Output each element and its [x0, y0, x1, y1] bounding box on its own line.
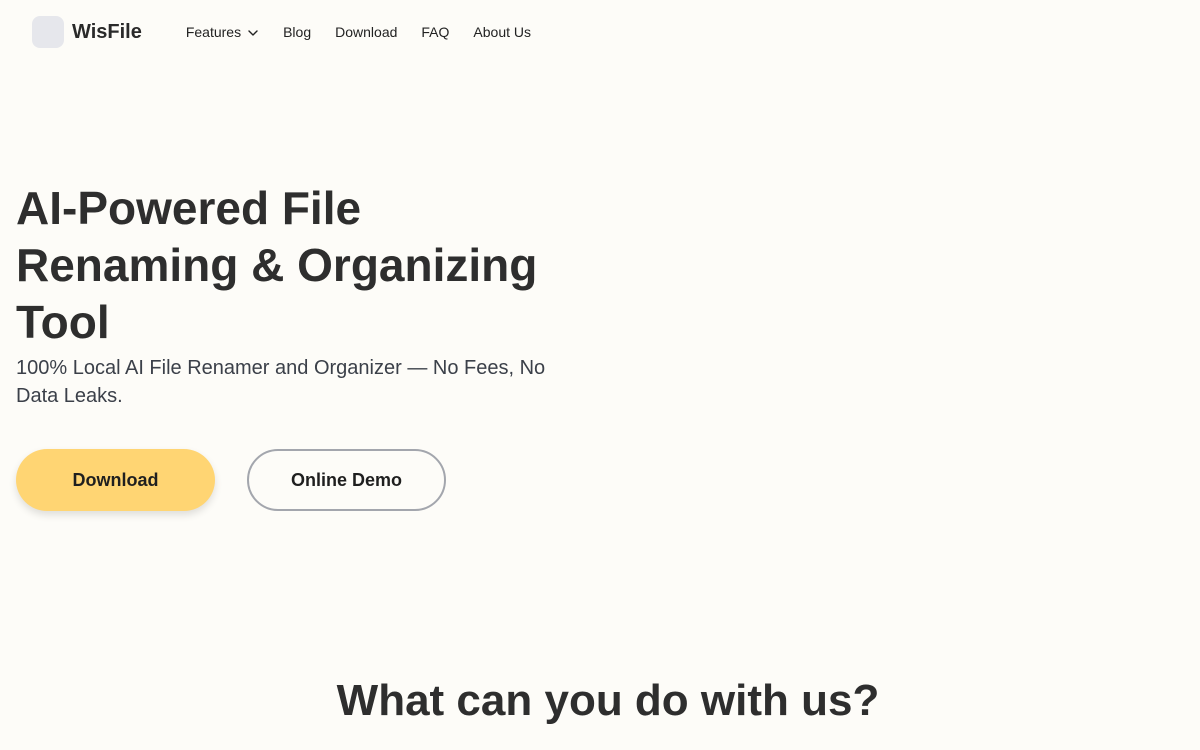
section-title: What can you do with us? [336, 676, 880, 725]
nav-item-download[interactable]: Download [335, 24, 397, 40]
hero-title: AI-Powered File Renaming & Organizing To… [16, 182, 538, 348]
nav-item-label: Blog [283, 24, 312, 40]
download-button[interactable]: Download [16, 449, 215, 511]
site-header: WisFile Features Blog Download FAQ About… [32, 16, 531, 48]
brand-name[interactable]: WisFile [72, 21, 142, 44]
main-nav: Features Blog Download FAQ About Us [186, 24, 531, 40]
online-demo-button[interactable]: Online Demo [247, 449, 446, 511]
nav-item-blog[interactable]: Blog [283, 24, 311, 40]
nav-item-about-us[interactable]: About Us [473, 24, 531, 40]
nav-item-label: Features [185, 24, 242, 40]
logo-icon[interactable] [32, 16, 64, 48]
nav-item-faq[interactable]: FAQ [421, 24, 449, 40]
nav-item-label: Download [335, 24, 398, 40]
page: WisFile Features Blog Download FAQ About… [0, 0, 1200, 750]
nav-item-label: FAQ [421, 24, 450, 40]
hero-subtitle: 100% Local AI File Renamer and Organizer… [16, 357, 546, 407]
nav-item-features[interactable]: Features [186, 24, 259, 40]
nav-item-label: About Us [473, 24, 531, 40]
chevron-down-icon [247, 26, 259, 38]
